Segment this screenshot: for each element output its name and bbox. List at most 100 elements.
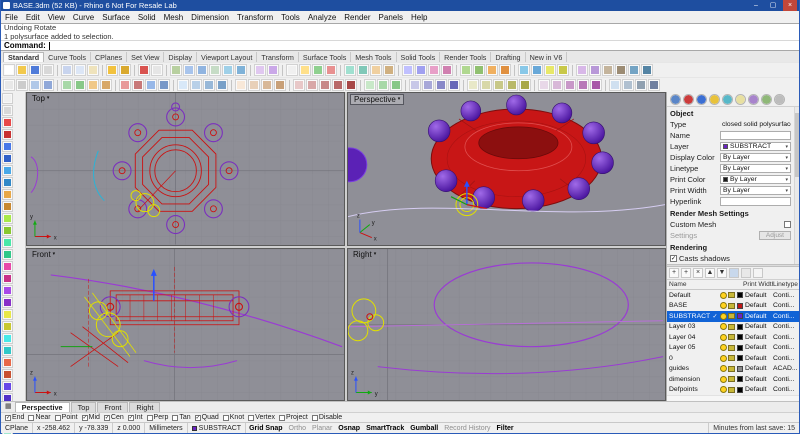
viewport-tab-front[interactable]: Front	[97, 402, 129, 412]
paste-icon[interactable]	[87, 64, 99, 76]
point-grid-icon[interactable]	[2, 285, 13, 296]
layer-linetype[interactable]: Conti...	[773, 292, 799, 299]
blend-surface-icon[interactable]	[261, 79, 273, 91]
viewport-tab-right[interactable]: Right	[129, 402, 161, 412]
layer-color-swatch[interactable]	[737, 334, 743, 341]
osnap-near[interactable]: Near	[28, 414, 51, 421]
osnap-checkbox-point[interactable]	[54, 414, 61, 421]
notes-tab-icon[interactable]	[735, 93, 746, 105]
layer-linetype[interactable]: Conti...	[773, 302, 799, 309]
status-toggle-ortho[interactable]: Ortho	[286, 423, 310, 433]
layers-column-linetype[interactable]: Linetype	[773, 281, 799, 288]
layer-print-width[interactable]: Default	[745, 344, 773, 351]
redo-icon[interactable]	[119, 64, 131, 76]
osnap-project[interactable]: Project	[279, 414, 308, 421]
hatch-tool-icon[interactable]	[2, 297, 13, 308]
menu-transform[interactable]: Transform	[233, 13, 277, 22]
layer-visibility-icon[interactable]	[719, 334, 727, 341]
toolbar-tab-set-view[interactable]: Set View	[127, 52, 165, 62]
point-cloud-icon[interactable]	[2, 129, 13, 140]
notes-icon[interactable]	[609, 79, 621, 91]
cone-icon[interactable]	[332, 79, 344, 91]
cylinder-icon[interactable]	[319, 79, 331, 91]
osnap-knot[interactable]: Knot	[222, 414, 244, 421]
layer-linetype[interactable]: Conti...	[773, 344, 799, 351]
toolbar-tab-transform[interactable]: Transform	[257, 52, 299, 62]
reduce-mesh-icon[interactable]	[448, 79, 460, 91]
help-tab-icon[interactable]	[761, 93, 772, 105]
units-indicator[interactable]: Millimeters	[145, 423, 188, 433]
layer-lock-icon[interactable]	[727, 292, 735, 298]
layer-color-swatch[interactable]	[737, 302, 743, 309]
right-viewport-canvas[interactable]: y z	[348, 248, 665, 401]
layer-print-width[interactable]: Default	[745, 323, 773, 330]
layer-linetype[interactable]: Conti...	[773, 323, 799, 330]
osnap-quad[interactable]: ✓ Quad	[194, 414, 219, 421]
show-edges-icon[interactable]	[538, 79, 550, 91]
offset-surface-icon[interactable]	[235, 79, 247, 91]
measure-distance-icon[interactable]	[480, 79, 492, 91]
viewport-perspective-title[interactable]: Perspective ▾	[350, 94, 405, 105]
perspective-viewport-canvas[interactable]: x y z	[348, 93, 665, 245]
circle-icon[interactable]	[2, 189, 13, 200]
boolean-difference-icon[interactable]	[615, 64, 627, 76]
menu-curve[interactable]: Curve	[69, 13, 98, 22]
menu-render[interactable]: Render	[340, 13, 374, 22]
adjust-button[interactable]: Adjust	[758, 231, 791, 240]
status-toggle-filter[interactable]: Filter	[494, 423, 517, 433]
cut-icon[interactable]	[61, 64, 73, 76]
zoom-extents-icon[interactable]	[170, 64, 182, 76]
viewport-front[interactable]: Front ▾ x z	[26, 247, 345, 401]
patch-icon[interactable]	[203, 79, 215, 91]
osnap-checkbox-mid[interactable]: ✓	[81, 414, 88, 421]
explode-icon[interactable]	[473, 64, 485, 76]
layer-row-substract[interactable]: SUBSTRACT ✓ Default Conti...	[667, 311, 799, 322]
mesh-box-icon[interactable]	[422, 79, 434, 91]
osnap-checkbox-quad[interactable]: ✓	[194, 414, 201, 421]
osnap-end[interactable]: ✓ End	[5, 414, 24, 421]
points-off-icon[interactable]	[16, 79, 28, 91]
cap-holes-icon[interactable]	[628, 64, 640, 76]
layer-tools-icon[interactable]	[741, 268, 751, 278]
split-icon[interactable]	[441, 64, 453, 76]
rotate-view-icon[interactable]	[222, 64, 234, 76]
minimize-button[interactable]: –	[749, 0, 763, 11]
sweep-1-icon[interactable]	[2, 357, 13, 368]
pan-view-icon[interactable]	[209, 64, 221, 76]
toolbar-tab-mesh-tools[interactable]: Mesh Tools	[351, 52, 397, 62]
layer-print-width[interactable]: Default	[745, 386, 773, 393]
select-objects-icon[interactable]	[151, 64, 163, 76]
surface-plane-icon[interactable]	[2, 321, 13, 332]
layer-color-swatch[interactable]	[737, 355, 743, 362]
variable-fillet-icon[interactable]	[248, 79, 260, 91]
point-icon[interactable]	[2, 117, 13, 128]
drape-icon[interactable]	[216, 79, 228, 91]
osnap-checkbox-knot[interactable]	[222, 414, 229, 421]
fillet-icon[interactable]	[486, 64, 498, 76]
calculator-icon[interactable]	[622, 79, 634, 91]
text-block-icon[interactable]	[577, 79, 589, 91]
project-curve-icon[interactable]	[100, 79, 112, 91]
cplane-button[interactable]: CPlane	[1, 423, 33, 433]
move-layer-up-icon[interactable]: ▲	[705, 268, 715, 278]
osnap-checkbox-vertex[interactable]	[248, 414, 255, 421]
analyze-direction-icon[interactable]	[467, 79, 479, 91]
layer-lock-icon[interactable]	[727, 366, 735, 372]
open-file-icon[interactable]	[16, 64, 28, 76]
layer-row-layer-03[interactable]: Layer 03 Default Conti...	[667, 322, 799, 333]
viewport-perspective[interactable]: Perspective ▾ x y z	[347, 92, 666, 246]
casts-shadows-checkbox[interactable]: ✓	[670, 255, 677, 262]
mesh-sphere-icon[interactable]	[435, 79, 447, 91]
toolbar-tab-display[interactable]: Display	[164, 52, 197, 62]
viewport-tab-top[interactable]: Top	[70, 402, 97, 412]
surface-network-icon[interactable]	[190, 79, 202, 91]
display-options-icon[interactable]	[312, 64, 324, 76]
display-tab-icon[interactable]	[722, 93, 733, 105]
layer-color-swatch[interactable]	[737, 376, 743, 383]
insert-knot-icon[interactable]	[29, 79, 41, 91]
conic-icon[interactable]	[2, 261, 13, 272]
sun-tab-icon[interactable]	[709, 93, 720, 105]
render-mesh-section-header[interactable]: Render Mesh Settings	[667, 207, 794, 219]
blend-curve-icon[interactable]	[74, 79, 86, 91]
layer-linetype[interactable]: Conti...	[773, 386, 799, 393]
